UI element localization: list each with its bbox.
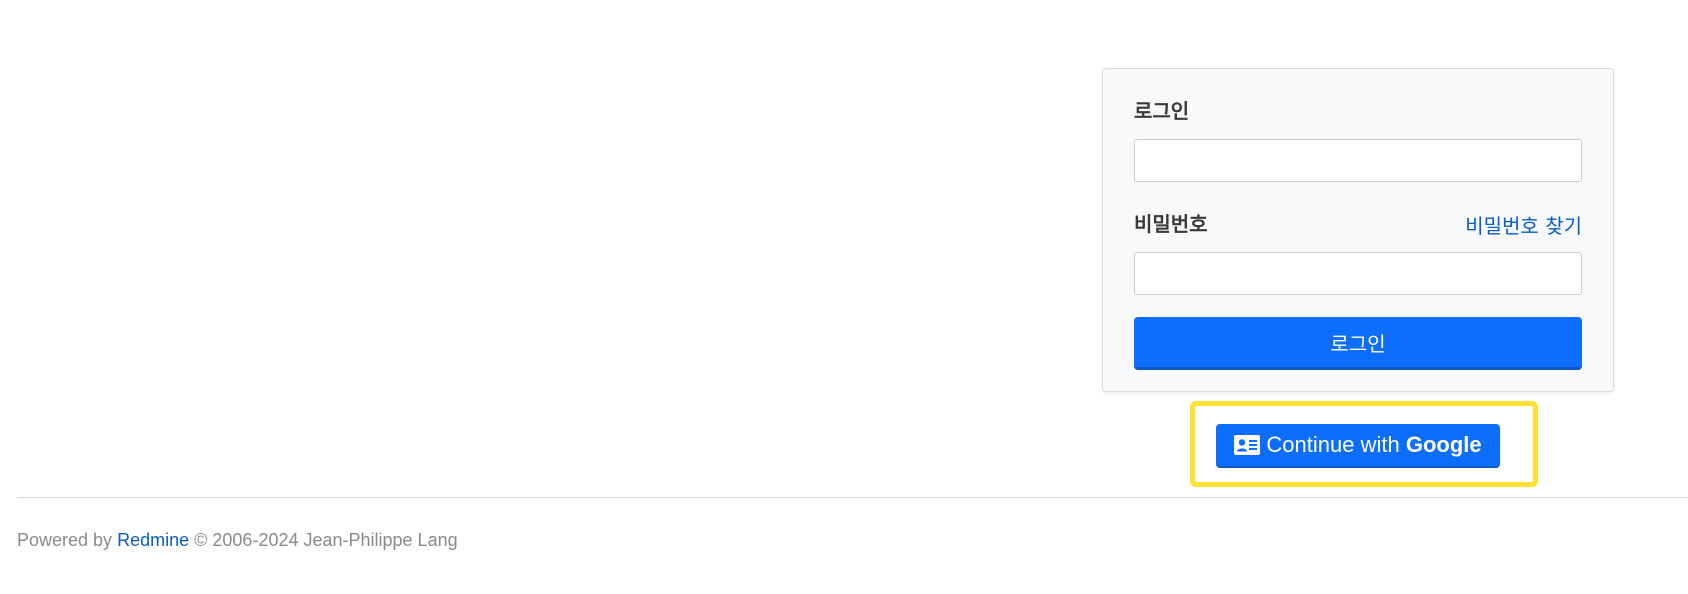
oauth-button-label: Continue with Google [1266, 432, 1481, 458]
login-submit-button[interactable]: 로그인 [1134, 317, 1582, 370]
password-label-row: 비밀번호 비밀번호 찾기 [1134, 210, 1582, 239]
footer-powered-by: Powered by [17, 530, 113, 550]
password-label: 비밀번호 [1134, 212, 1208, 236]
password-input[interactable] [1134, 252, 1582, 295]
oauth-prefix: Continue with [1266, 432, 1400, 457]
login-page: 로그인 비밀번호 비밀번호 찾기 로그인 Continue with Googl… [0, 0, 1688, 594]
redmine-link[interactable]: Redmine [117, 530, 189, 550]
footer: Powered by Redmine © 2006-2024 Jean-Phil… [17, 530, 458, 551]
login-form: 로그인 비밀번호 비밀번호 찾기 로그인 [1102, 68, 1614, 392]
username-label: 로그인 [1134, 99, 1190, 123]
footer-copyright: © 2006-2024 Jean-Philippe Lang [194, 530, 458, 550]
continue-with-google-button[interactable]: Continue with Google [1216, 424, 1500, 468]
lost-password-link[interactable]: 비밀번호 찾기 [1465, 210, 1582, 239]
footer-divider [17, 497, 1688, 498]
username-input[interactable] [1134, 139, 1582, 182]
id-card-icon [1234, 435, 1261, 455]
oauth-provider: Google [1405, 432, 1482, 457]
